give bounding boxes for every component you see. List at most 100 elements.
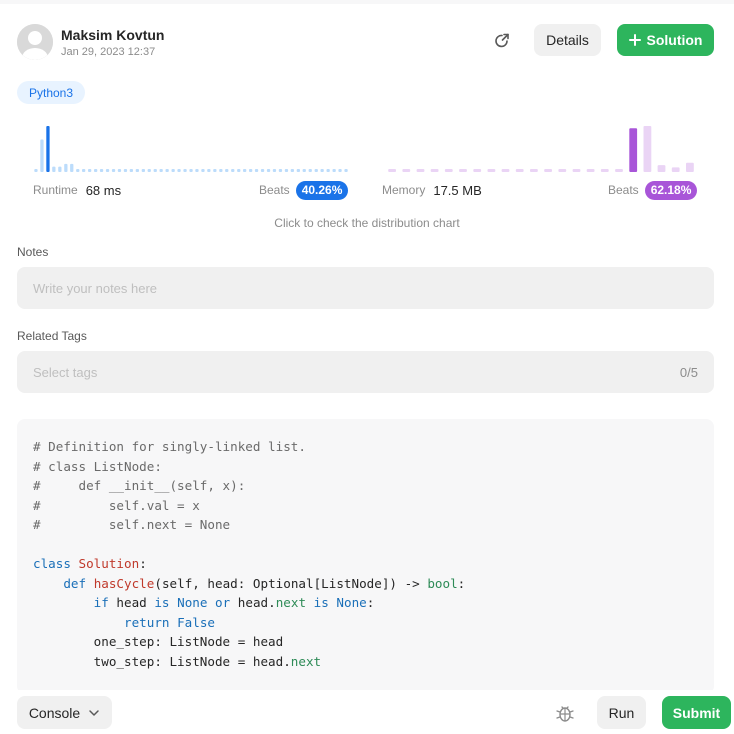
- memory-distribution-bar: [657, 165, 666, 172]
- runtime-distribution-bar: [147, 169, 151, 172]
- memory-distribution-bar: [615, 169, 623, 172]
- tags-count: 0/5: [679, 364, 698, 380]
- code-line: def hasCycle(self, head: Optional[ListNo…: [63, 575, 466, 591]
- share-button[interactable]: [491, 30, 513, 52]
- code-line: # def __init__(self, x):: [33, 478, 246, 493]
- code-line: # class ListNode:: [33, 458, 162, 474]
- runtime-distribution-bar: [260, 169, 265, 172]
- code-line: # self.next = None: [33, 517, 231, 532]
- details-button[interactable]: Details: [534, 24, 601, 56]
- share-icon: [495, 33, 509, 48]
- memory-distribution-bar: [416, 169, 425, 172]
- runtime-distribution-bar: [52, 166, 56, 172]
- bottom-toolbar: Console Run Submit: [0, 690, 734, 734]
- code-line: if head is None or head.next is None:: [93, 595, 375, 610]
- runtime-distribution-bar: [105, 169, 110, 172]
- runtime-distribution-bar: [338, 169, 342, 172]
- runtime-distribution-bar: [320, 169, 324, 172]
- runtime-distribution-bar: [237, 169, 241, 172]
- runtime-distribution-bar: [278, 169, 283, 172]
- runtime-distribution-bar: [34, 169, 38, 172]
- memory-distribution-chart[interactable]: [385, 122, 697, 172]
- runtime-distribution-bar: [129, 169, 133, 172]
- runtime-distribution-bar: [183, 169, 187, 172]
- avatar[interactable]: [17, 24, 53, 60]
- submission-header: Maksim Kovtun Jan 29, 2023 12:37 Details…: [17, 24, 714, 64]
- runtime-beats-badge: 40.26%: [295, 180, 349, 200]
- run-button[interactable]: Run: [597, 696, 646, 729]
- runtime-distribution-bar: [332, 169, 336, 172]
- runtime-distribution-bar: [165, 169, 169, 172]
- runtime-distribution-bar: [290, 169, 294, 172]
- memory-distribution-bar: [530, 169, 538, 172]
- runtime-distribution-bar: [225, 169, 229, 172]
- runtime-distribution-bar: [58, 166, 62, 172]
- code-line: # self.val = x: [33, 497, 200, 513]
- notes-input[interactable]: Write your notes here: [17, 267, 714, 309]
- notes-placeholder: Write your notes here: [33, 280, 158, 296]
- memory-distribution-bar: [629, 128, 638, 172]
- code-line: return False: [124, 614, 216, 630]
- memory-distribution-bar: [501, 169, 510, 172]
- memory-value: 17.5 MB: [433, 182, 482, 198]
- solution-button-label: Solution: [646, 32, 703, 48]
- memory-label: Memory: [382, 183, 426, 197]
- runtime-distribution-bar: [266, 169, 271, 172]
- runtime-distribution-chart[interactable]: [33, 122, 349, 172]
- submission-panel: Maksim Kovtun Jan 29, 2023 12:37 Details…: [0, 4, 734, 734]
- memory-distribution-bar: [572, 169, 581, 172]
- runtime-distribution-bar: [123, 169, 128, 172]
- runtime-beats-label: Beats: [259, 183, 290, 197]
- runtime-distribution-bar: [284, 169, 289, 172]
- runtime-distribution-bar: [117, 169, 122, 172]
- console-button[interactable]: Console: [17, 696, 112, 729]
- memory-distribution-bar: [600, 169, 609, 172]
- memory-distribution-bar: [671, 167, 680, 172]
- runtime-distribution-bar: [46, 126, 50, 172]
- runtime-distribution-bar: [243, 169, 247, 172]
- submission-date: Jan 29, 2023 12:37: [61, 46, 156, 58]
- runtime-distribution-bar: [159, 169, 163, 172]
- runtime-distribution-bar: [272, 169, 277, 172]
- memory-distribution-bar: [444, 169, 453, 172]
- chevron-down-icon: [89, 709, 99, 716]
- runtime-distribution-bar: [254, 169, 259, 172]
- runtime-distribution-bar: [111, 169, 116, 172]
- submit-button[interactable]: Submit: [662, 696, 731, 729]
- runtime-stat: Runtime 68 ms: [33, 180, 121, 200]
- code-line: two_step: ListNode = head.next: [33, 653, 322, 669]
- runtime-value: 68 ms: [85, 182, 122, 198]
- tags-select[interactable]: Select tags 0/5: [17, 351, 714, 393]
- code-block[interactable]: # Definition for singly-linked list. # c…: [17, 419, 714, 694]
- runtime-distribution-bar: [135, 169, 139, 172]
- memory-beats: Beats 62.18%: [608, 180, 698, 200]
- runtime-distribution-bar: [314, 169, 318, 172]
- language-badge: Python3: [17, 81, 86, 104]
- bug-icon: [556, 706, 574, 722]
- runtime-distribution-bar: [296, 169, 300, 172]
- debug-button[interactable]: [554, 702, 576, 724]
- distribution-chart-link[interactable]: Click to check the distribution chart: [0, 216, 734, 230]
- runtime-distribution-bar: [308, 169, 312, 172]
- runtime-label: Runtime: [33, 183, 78, 197]
- memory-stat: Memory 17.5 MB: [382, 180, 482, 200]
- notes-label: Notes: [17, 245, 49, 259]
- runtime-chart-svg: [34, 126, 348, 172]
- runtime-distribution-bar: [88, 169, 92, 172]
- memory-distribution-bar: [515, 169, 524, 172]
- code-line: one_step: ListNode = head: [33, 634, 284, 649]
- memory-distribution-bar: [643, 126, 652, 172]
- code-line: # Definition for singly-linked list.: [33, 439, 306, 454]
- runtime-distribution-bar: [344, 169, 348, 172]
- memory-distribution-bar: [459, 169, 467, 172]
- memory-distribution-bar: [388, 169, 396, 172]
- tags-placeholder: Select tags: [33, 364, 98, 380]
- author-name[interactable]: Maksim Kovtun: [61, 27, 164, 43]
- memory-distribution-bar: [586, 169, 595, 172]
- runtime-distribution-bar: [141, 169, 145, 172]
- runtime-distribution-bar: [249, 169, 253, 172]
- solution-button[interactable]: Solution: [617, 24, 714, 56]
- memory-distribution-bar: [544, 169, 552, 172]
- memory-distribution-bar: [402, 169, 411, 172]
